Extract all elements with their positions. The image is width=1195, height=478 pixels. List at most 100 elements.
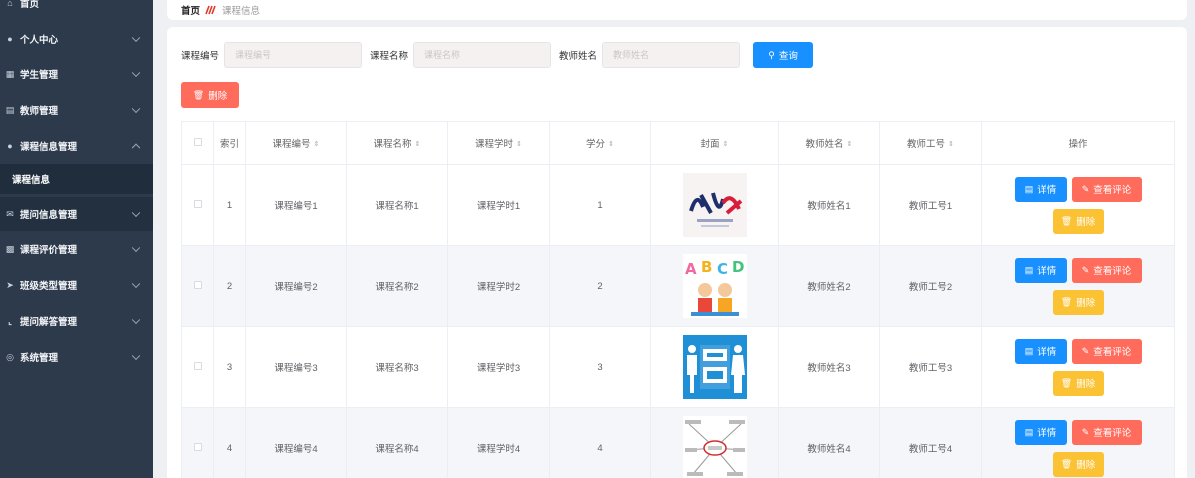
table-row: 3 课程编号3 课程名称3 课程学时3 3 教师姓名3 教师工号3 ▤ 详情 ✎… [181, 326, 1175, 408]
cover-image[interactable] [682, 416, 747, 478]
cell-code: 课程编号3 [245, 326, 347, 408]
detail-button[interactable]: ▤ 详情 [1014, 176, 1067, 202]
sidebar-item-students[interactable]: ▦ 学生管理 [0, 57, 153, 91]
delete-button[interactable]: 🗑 删除 [1052, 289, 1104, 315]
cell-credit: 2 [549, 245, 651, 327]
sort-icon[interactable]: ⇕ [847, 141, 853, 148]
batch-delete-button[interactable]: 🗑 删除 [181, 82, 239, 108]
sidebar-subitem-course-info[interactable]: 课程信息 [0, 164, 153, 194]
chevron-up-icon [131, 143, 141, 153]
cell-teacher-name: 教师姓名1 [778, 164, 880, 246]
detail-label: 详情 [1037, 185, 1057, 196]
sort-icon[interactable]: ⇕ [314, 141, 320, 148]
col-credit[interactable]: 学分 ⇕ [549, 121, 651, 165]
view-comments-button[interactable]: ✎ 查看评论 [1071, 338, 1142, 364]
row-checkbox[interactable] [193, 199, 202, 208]
message-icon: ▩ [5, 243, 15, 254]
search-button-label: 查询 [778, 51, 798, 62]
sort-icon[interactable]: ⇕ [516, 141, 522, 148]
col-cover[interactable]: 封面 ⇕ [650, 121, 779, 165]
col-index: 索引 [213, 121, 246, 165]
user-icon: ● [7, 34, 13, 44]
cover-image[interactable] [682, 173, 747, 237]
sort-icon[interactable]: ⇕ [608, 141, 614, 148]
cell-teacher-id: 教师工号2 [879, 245, 982, 327]
row-select-cell[interactable] [181, 326, 214, 408]
document-icon: ▤ [1024, 426, 1034, 437]
sidebar-item-class-type[interactable]: ➤ 班级类型管理 [0, 268, 153, 302]
cell-cover [650, 407, 779, 478]
view-comments-button[interactable]: ✎ 查看评论 [1071, 419, 1142, 445]
col-index-label: 索引 [219, 139, 239, 150]
sidebar-item-teachers[interactable]: ▤ 教师管理 [0, 93, 153, 127]
sidebar-item-course-review[interactable]: ▩ 课程评价管理 [0, 232, 153, 266]
sidebar-item-label: 个人中心 [20, 35, 59, 46]
breadcrumb-separator-icon [205, 5, 216, 15]
sort-icon[interactable]: ⇕ [415, 141, 421, 148]
search-button[interactable]: ⚲ 查询 [753, 42, 814, 68]
row-select-cell[interactable] [181, 164, 214, 246]
breadcrumb-home[interactable]: 首页 [181, 3, 200, 17]
sidebar-item-course-info[interactable]: ● 课程信息管理 [0, 129, 153, 163]
col-teacher-name[interactable]: 教师姓名 ⇕ [778, 121, 880, 165]
delete-button[interactable]: 🗑 删除 [1052, 370, 1104, 396]
chevron-down-icon [131, 243, 141, 253]
sidebar-item-profile[interactable]: ● 个人中心 [0, 22, 153, 56]
sort-icon[interactable]: ⇕ [948, 141, 954, 148]
detail-button[interactable]: ▤ 详情 [1014, 257, 1067, 283]
cell-ops: ▤ 详情 ✎ 查看评论 🗑 删除 [981, 164, 1175, 246]
col-code[interactable]: 课程编号 ⇕ [245, 121, 347, 165]
row-select-cell[interactable] [181, 245, 214, 327]
cell-credit: 1 [549, 164, 651, 246]
cell-ops: ▤ 详情 ✎ 查看评论 🗑 删除 [981, 245, 1175, 327]
course-code-input[interactable] [224, 42, 363, 68]
sidebar-item-system[interactable]: ◎ 系统管理 [0, 340, 153, 374]
teacher-name-input[interactable] [602, 42, 741, 68]
detail-button[interactable]: ▤ 详情 [1014, 419, 1067, 445]
cell-ops: ▤ 详情 ✎ 查看评论 🗑 删除 [981, 326, 1175, 408]
col-hours-label: 课程学时 [475, 139, 514, 150]
select-all-checkbox[interactable] [193, 137, 202, 146]
cover-image[interactable]: A B C D [682, 254, 747, 318]
col-hours[interactable]: 课程学时 ⇕ [447, 121, 550, 165]
sidebar-item-answers[interactable]: ⌞ 提问解答管理 [0, 304, 153, 338]
row-checkbox[interactable] [193, 361, 202, 370]
row-checkbox[interactable] [193, 442, 202, 451]
cell-code: 课程编号2 [245, 245, 347, 327]
chevron-down-icon [131, 315, 141, 325]
sidebar-item-questions[interactable]: ✉ 提问信息管理 [0, 197, 153, 231]
cover-image[interactable] [682, 335, 747, 399]
select-all-cell[interactable] [181, 121, 214, 165]
search-bar: 课程编号 课程名称 教师姓名 ⚲ 查询 [181, 42, 814, 68]
globe-icon: ◎ [6, 351, 14, 362]
sidebar-item-home[interactable]: ⌂ 首页 [0, 0, 153, 20]
row-checkbox[interactable] [193, 280, 202, 289]
col-name[interactable]: 课程名称 ⇕ [346, 121, 448, 165]
edit-icon: ✎ [1081, 426, 1090, 437]
cell-cover: A B C D [650, 245, 779, 327]
course-name-input[interactable] [413, 42, 552, 68]
table-header-row: 索引 课程编号 ⇕ 课程名称 ⇕ 课程学时 ⇕ 学分 ⇕ 封面 ⇕ 教师姓名 ⇕ 教师工号 ⇕… [181, 121, 1175, 165]
col-teacher-id[interactable]: 教师工号 ⇕ [879, 121, 982, 165]
document-icon: ▤ [1024, 345, 1034, 356]
delete-button[interactable]: 🗑 删除 [1052, 208, 1104, 234]
cell-index: 2 [213, 245, 246, 327]
chevron-down-icon [131, 33, 141, 43]
course-code-label: 课程编号 [181, 51, 220, 62]
delete-label: 删除 [1076, 298, 1096, 309]
cell-hours: 课程学时1 [447, 164, 550, 246]
detail-button[interactable]: ▤ 详情 [1014, 338, 1067, 364]
delete-label: 删除 [1076, 460, 1096, 471]
view-comments-button[interactable]: ✎ 查看评论 [1071, 257, 1142, 283]
view-comments-label: 查看评论 [1093, 185, 1132, 196]
teacher-icon: ▤ [5, 104, 15, 115]
svg-text:C: C [717, 260, 728, 278]
row-select-cell[interactable] [181, 407, 214, 478]
sort-icon[interactable]: ⇕ [723, 141, 729, 148]
trash-icon: 🗑 [1060, 458, 1073, 469]
col-code-label: 课程编号 [272, 139, 311, 150]
delete-button[interactable]: 🗑 删除 [1052, 451, 1104, 477]
view-comments-button[interactable]: ✎ 查看评论 [1071, 176, 1142, 202]
cell-credit: 4 [549, 407, 651, 478]
sidebar-item-label: 提问信息管理 [20, 210, 78, 221]
